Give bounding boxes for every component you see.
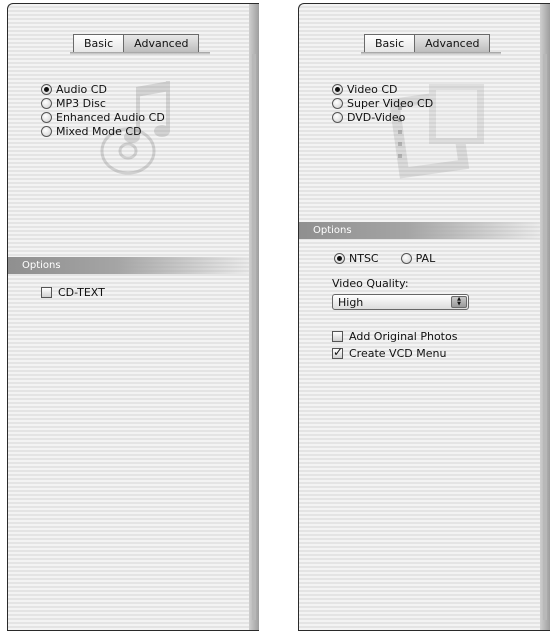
pal-label: PAL (415, 251, 436, 265)
tab-bar: Basic Advanced (73, 34, 200, 52)
tab-advanced[interactable]: Advanced (415, 34, 491, 52)
cd-text-option[interactable]: CD-TEXT (41, 284, 105, 300)
format-label: DVD-Video (347, 110, 406, 124)
radio-pal[interactable] (400, 252, 412, 264)
create-vcd-menu-option[interactable]: Create VCD Menu (332, 345, 446, 361)
format-option-mixed-mode-cd[interactable]: Mixed Mode CD (41, 124, 165, 138)
format-option-mp3-disc[interactable]: MP3 Disc (41, 96, 165, 110)
cd-text-label: CD-TEXT (58, 285, 105, 299)
add-original-photos-option[interactable]: Add Original Photos (332, 328, 457, 344)
radio-dvd-video[interactable] (332, 111, 343, 123)
disc-format-group: Video CD Super Video CD DVD-Video (332, 82, 433, 124)
video-quality-value: High (338, 295, 364, 309)
radio-mixed-mode-cd[interactable] (41, 125, 52, 137)
panel-edge (249, 4, 259, 630)
video-standard-pal[interactable]: PAL (400, 251, 436, 265)
ntsc-label: NTSC (349, 251, 379, 265)
radio-video-cd[interactable] (332, 83, 343, 95)
tab-advanced[interactable]: Advanced (124, 34, 200, 52)
tab-basic[interactable]: Basic (364, 34, 416, 52)
format-option-dvd-video[interactable]: DVD-Video (332, 110, 433, 124)
format-option-video-cd[interactable]: Video CD (332, 82, 433, 96)
format-label: Audio CD (56, 82, 107, 96)
format-label: Mixed Mode CD (56, 124, 142, 138)
video-disc-settings-panel: Basic Advanced Video CD Super Video CD D… (298, 3, 550, 631)
format-label: Super Video CD (347, 96, 434, 110)
options-header: Options (299, 222, 541, 239)
audio-disc-settings-panel: Basic Advanced Audio CD MP3 Disc Enhance… (7, 3, 259, 631)
video-quality-label: Video Quality: (332, 277, 409, 290)
radio-mp3-disc[interactable] (41, 97, 52, 109)
create-vcd-menu-checkbox[interactable] (332, 345, 343, 359)
tab-divider (361, 52, 501, 55)
video-standard-ntsc[interactable]: NTSC (334, 251, 379, 265)
cd-text-checkbox[interactable] (41, 286, 52, 298)
format-label: Enhanced Audio CD (56, 110, 165, 124)
radio-enhanced-audio-cd[interactable] (41, 111, 52, 123)
create-vcd-menu-label: Create VCD Menu (349, 346, 447, 360)
format-label: MP3 Disc (56, 96, 106, 110)
format-option-enhanced-audio-cd[interactable]: Enhanced Audio CD (41, 110, 165, 124)
disc-format-group: Audio CD MP3 Disc Enhanced Audio CD Mixe… (41, 82, 165, 138)
tab-bar: Basic Advanced (364, 34, 491, 52)
panel-edge (540, 4, 550, 630)
add-original-photos-checkbox[interactable] (332, 330, 343, 342)
tab-divider (70, 52, 210, 55)
format-option-super-video-cd[interactable]: Super Video CD (332, 96, 433, 110)
format-option-audio-cd[interactable]: Audio CD (41, 82, 165, 96)
options-header: Options (8, 257, 250, 274)
video-standard-group: NTSC PAL (334, 251, 435, 265)
add-original-photos-label: Add Original Photos (349, 329, 458, 343)
tab-basic[interactable]: Basic (73, 34, 125, 52)
radio-ntsc[interactable] (334, 252, 345, 264)
radio-super-video-cd[interactable] (332, 97, 343, 109)
updown-arrows-icon: ▲ ▼ (451, 296, 467, 308)
video-quality-select[interactable]: High ▲ ▼ (332, 294, 469, 310)
format-label: Video CD (347, 82, 398, 96)
radio-audio-cd[interactable] (41, 83, 52, 95)
